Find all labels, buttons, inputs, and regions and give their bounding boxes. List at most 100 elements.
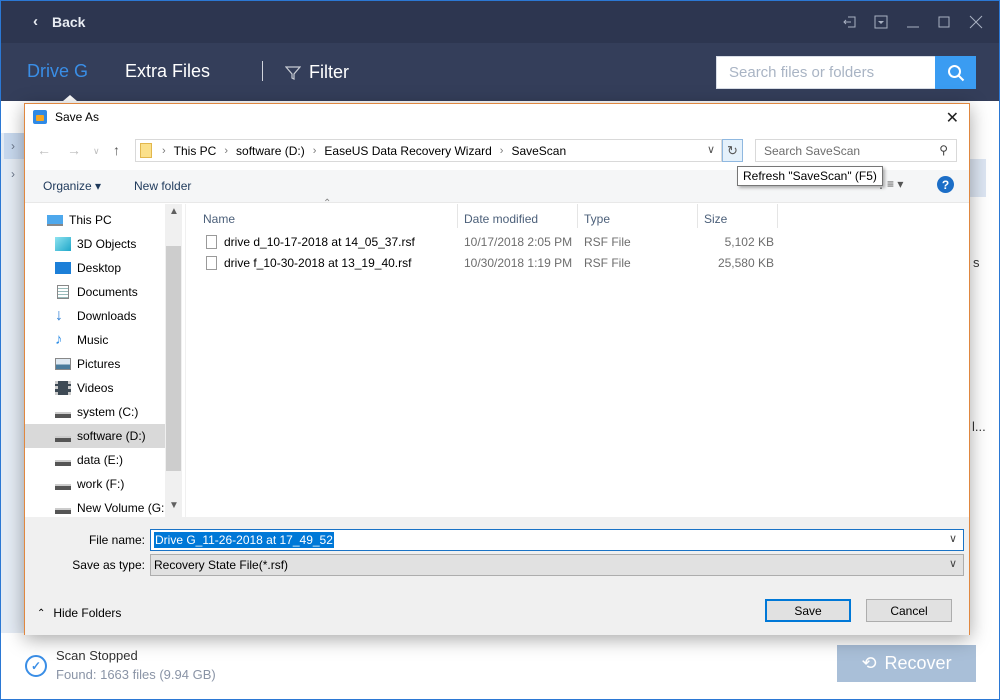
folder-tree: This PC 3D Objects Desktop Documents ↓ D…: [25, 204, 180, 517]
close-icon[interactable]: ✕: [946, 108, 959, 128]
up-arrow-icon[interactable]: ↑: [113, 142, 120, 158]
column-divider[interactable]: [777, 204, 778, 228]
file-type: RSF File: [584, 235, 631, 249]
tree-item-music[interactable]: ♪ Music: [25, 328, 165, 352]
recover-label: Recover: [884, 653, 952, 673]
maximize-icon[interactable]: [933, 11, 955, 33]
file-date: 10/17/2018 2:05 PM: [464, 235, 573, 249]
file-name: drive f_10-30-2018 at 13_19_40.rsf: [224, 256, 412, 270]
file-name-label: File name:: [88, 533, 145, 547]
tree-item-label: Documents: [77, 285, 138, 299]
back-arrow-icon[interactable]: ←: [37, 142, 51, 158]
tree-item-3d-objects[interactable]: 3D Objects: [25, 232, 165, 256]
organize-button[interactable]: Organize ▾: [43, 179, 101, 193]
new-folder-button[interactable]: New folder: [134, 179, 191, 193]
scroll-up-icon[interactable]: ▲: [169, 206, 179, 217]
file-name-value: Drive G_11-26-2018 at 17_49_52: [154, 532, 334, 548]
tree-item-work-f[interactable]: work (F:): [25, 472, 165, 496]
forward-arrow-icon[interactable]: →: [67, 142, 81, 158]
drive-icon: [55, 508, 71, 514]
filter-button[interactable]: Filter: [285, 62, 349, 83]
column-header-type[interactable]: Type: [584, 212, 610, 226]
tree-scrollbar[interactable]: ▲ ▼: [165, 204, 182, 517]
save-button[interactable]: Save: [765, 599, 851, 622]
tree-item-label: Music: [77, 333, 109, 347]
chevron-down-icon: ∨: [948, 558, 957, 570]
breadcrumb-item[interactable]: This PC: [174, 144, 217, 158]
file-type: RSF File: [584, 256, 631, 270]
tree-item-videos[interactable]: Videos: [25, 376, 165, 400]
save-type-value: Recovery State File(*.rsf): [154, 558, 289, 572]
tree-item-label: system (C:): [77, 405, 139, 419]
nav-bar: Drive G Extra Files Filter Search files …: [1, 43, 999, 101]
file-name: drive d_10-17-2018 at 14_05_37.rsf: [224, 235, 415, 249]
tree-item-downloads[interactable]: ↓ Downloads: [25, 304, 165, 328]
search-icon: [947, 64, 964, 81]
sign-out-icon[interactable]: [839, 11, 861, 33]
cancel-button[interactable]: Cancel: [866, 599, 952, 622]
tree-item-software-d[interactable]: software (D:): [25, 424, 165, 448]
search-folder-input[interactable]: Search SaveScan ⚲: [755, 139, 957, 162]
tree-item-label: New Volume (G:: [77, 501, 165, 515]
app-icon: [33, 110, 47, 124]
chevron-right-icon[interactable]: ›: [11, 139, 15, 153]
address-bar[interactable]: › This PC › software (D:) › EaseUS Data …: [135, 139, 722, 162]
recent-locations-icon[interactable]: ∨: [93, 146, 100, 157]
drive-icon: [55, 436, 71, 442]
tree-item-label: Downloads: [77, 309, 137, 323]
close-icon[interactable]: [965, 11, 987, 33]
history-icon: ⟲: [861, 653, 877, 673]
refresh-button[interactable]: ↻: [722, 139, 743, 162]
tree-item-data-e[interactable]: data (E:): [25, 448, 165, 472]
minimize-icon[interactable]: [902, 11, 924, 33]
column-divider[interactable]: [577, 204, 578, 228]
background-tree-panel: [1, 133, 25, 633]
breadcrumb-separator: ›: [312, 144, 317, 157]
file-row[interactable]: drive f_10-30-2018 at 13_19_40.rsf 10/30…: [202, 253, 782, 273]
scroll-down-icon[interactable]: ▼: [169, 500, 179, 511]
computer-icon: [47, 214, 63, 226]
tab-extra-files[interactable]: Extra Files: [125, 61, 210, 82]
save-as-dialog: Save As ✕ ← → ∨ ↑ › This PC › software (…: [24, 103, 970, 635]
sort-ascending-icon: ⌃: [323, 198, 332, 209]
column-header-size[interactable]: Size: [704, 212, 727, 226]
save-type-select[interactable]: Recovery State File(*.rsf) ∨: [150, 554, 964, 576]
title-bar: ‹ Back: [1, 1, 999, 43]
video-icon: [55, 381, 71, 395]
recover-button[interactable]: ⟲ Recover: [837, 645, 976, 682]
tree-item-pictures[interactable]: Pictures: [25, 352, 165, 376]
menu-dropdown-icon[interactable]: [870, 11, 892, 33]
help-icon[interactable]: ?: [937, 176, 954, 193]
dialog-title: Save As: [55, 110, 100, 124]
tree-item-this-pc[interactable]: This PC: [25, 208, 165, 232]
breadcrumb-item[interactable]: software (D:): [236, 144, 305, 158]
file-icon: [206, 256, 217, 270]
address-dropdown-icon[interactable]: ∨: [707, 143, 715, 156]
file-date: 10/30/2018 1:19 PM: [464, 256, 573, 270]
tab-drive-g[interactable]: Drive G: [27, 61, 88, 82]
back-button[interactable]: ‹ Back: [33, 13, 85, 30]
column-header-name[interactable]: Name: [203, 212, 235, 226]
refresh-icon: ↻: [727, 142, 738, 158]
tree-item-documents[interactable]: Documents: [25, 280, 165, 304]
hide-folders-button[interactable]: ⌃ Hide Folders: [37, 606, 121, 620]
chevron-left-icon: ‹: [33, 13, 38, 30]
folder-icon: [140, 143, 152, 158]
drive-icon: [55, 460, 71, 466]
column-divider[interactable]: [457, 204, 458, 228]
chevron-down-icon[interactable]: ∨: [949, 532, 957, 545]
breadcrumb-item[interactable]: SaveScan: [511, 144, 566, 158]
column-header-date[interactable]: Date modified: [464, 212, 538, 226]
search-files-input[interactable]: Search files or folders: [716, 56, 936, 89]
search-button[interactable]: [935, 56, 976, 89]
scrollbar-thumb[interactable]: [166, 246, 181, 471]
breadcrumb-item[interactable]: EaseUS Data Recovery Wizard: [324, 144, 491, 158]
tree-item-system-c[interactable]: system (C:): [25, 400, 165, 424]
breadcrumb-separator: ›: [499, 144, 504, 157]
background-text: l...: [972, 419, 986, 434]
chevron-right-icon[interactable]: ›: [11, 167, 15, 181]
tree-item-desktop[interactable]: Desktop: [25, 256, 165, 280]
column-divider[interactable]: [697, 204, 698, 228]
file-name-input[interactable]: Drive G_11-26-2018 at 17_49_52 ∨: [150, 529, 964, 551]
file-row[interactable]: drive d_10-17-2018 at 14_05_37.rsf 10/17…: [202, 232, 782, 252]
